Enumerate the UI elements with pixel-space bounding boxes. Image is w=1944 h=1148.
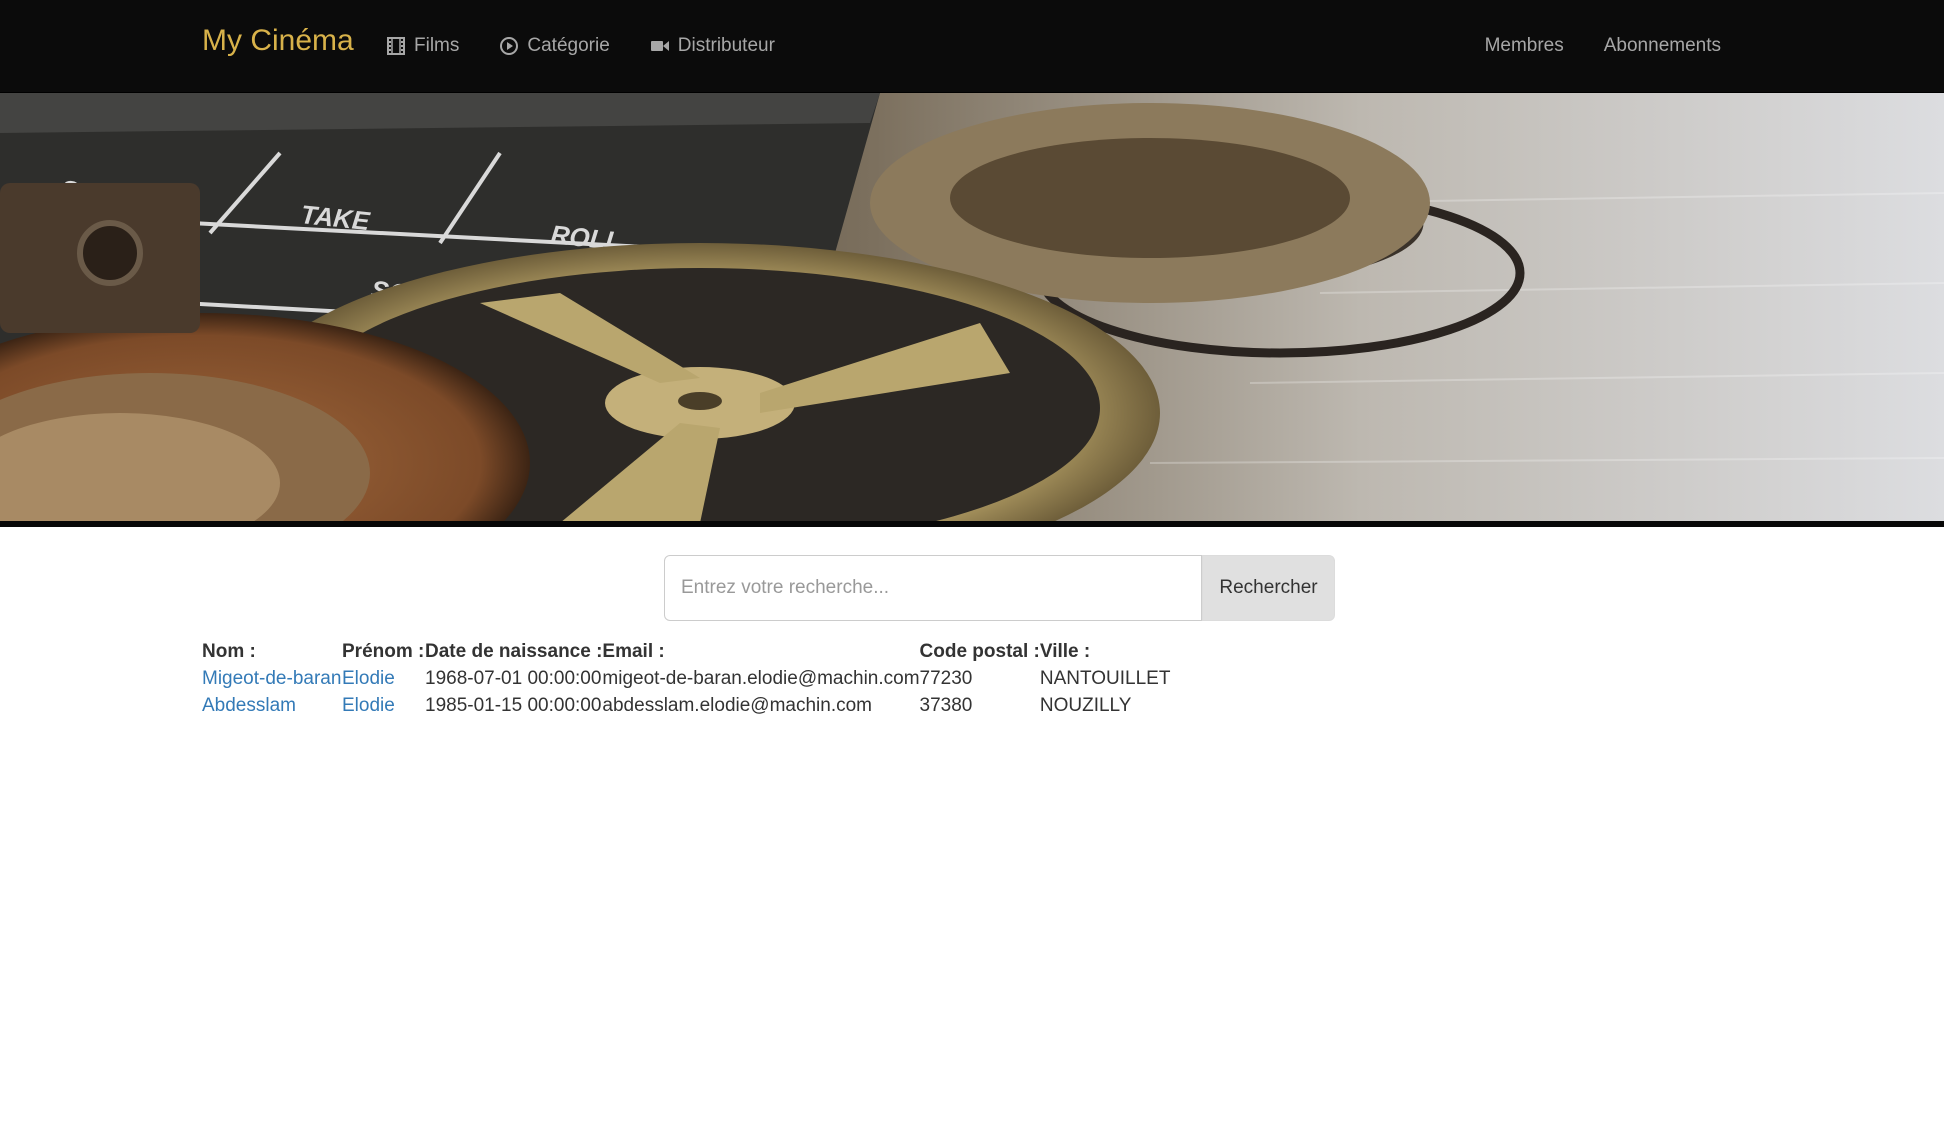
header-prenom: Prénom : <box>342 640 425 662</box>
table-header-row: Nom : Prénom : Date de naissance : Email… <box>202 638 1170 665</box>
member-prenom-link[interactable]: Elodie <box>342 668 395 689</box>
nav-item-films[interactable]: Films <box>386 35 459 57</box>
member-date: 1985-01-15 00:00:00 <box>425 694 602 716</box>
film-icon <box>387 37 405 55</box>
nav-label-distributeur: Distributeur <box>677 35 775 56</box>
table-row: Abdesslam Elodie 1985-01-15 00:00:00 abd… <box>202 692 1170 719</box>
header-code-postal: Code postal : <box>919 640 1040 662</box>
member-nom-link[interactable]: Migeot-de-baran <box>202 668 341 689</box>
member-email: migeot-de-baran.elodie@machin.com <box>602 667 920 689</box>
member-code-postal: 37380 <box>919 694 973 716</box>
nav-item-abonnements[interactable]: Abonnements <box>1604 35 1721 57</box>
header-date-naissance: Date de naissance : <box>425 640 603 662</box>
nav-item-distributeur[interactable]: Distributeur <box>650 35 775 57</box>
banner-image: SCENE TAKE ROLL SOUND <box>0 93 1944 521</box>
navbar: My Cinéma Films Catégorie Distributeur M… <box>0 0 1944 93</box>
member-prenom-link[interactable]: Elodie <box>342 695 395 716</box>
hero-banner: SCENE TAKE ROLL SOUND <box>0 93 1944 527</box>
nav-item-membres[interactable]: Membres <box>1485 35 1564 57</box>
search-input[interactable] <box>664 555 1202 621</box>
play-circle-icon <box>500 37 519 55</box>
member-ville: NANTOUILLET <box>1039 667 1171 689</box>
members-table: Nom : Prénom : Date de naissance : Email… <box>202 638 1170 719</box>
nav-left: Films Catégorie Distributeur <box>386 0 815 92</box>
member-ville: NOUZILLY <box>1039 694 1132 716</box>
member-nom-link[interactable]: Abdesslam <box>202 695 296 716</box>
search-form: Rechercher <box>664 555 1335 621</box>
header-nom: Nom : <box>202 640 256 662</box>
nav-right: Membres Abonnements <box>1445 0 1721 92</box>
brand-link[interactable]: My Cinéma <box>202 24 354 58</box>
table-row: Migeot-de-baran Elodie 1968-07-01 00:00:… <box>202 665 1170 692</box>
member-email: abdesslam.elodie@machin.com <box>602 694 873 716</box>
member-date: 1968-07-01 00:00:00 <box>425 667 602 689</box>
member-code-postal: 77230 <box>919 667 973 689</box>
video-camera-icon <box>650 41 669 51</box>
nav-item-categorie[interactable]: Catégorie <box>499 35 610 57</box>
nav-label-films: Films <box>414 35 460 56</box>
search-button[interactable]: Rechercher <box>1202 555 1335 621</box>
nav-label-categorie: Catégorie <box>527 35 610 56</box>
header-ville: Ville : <box>1039 640 1091 662</box>
header-email: Email : <box>602 640 665 662</box>
